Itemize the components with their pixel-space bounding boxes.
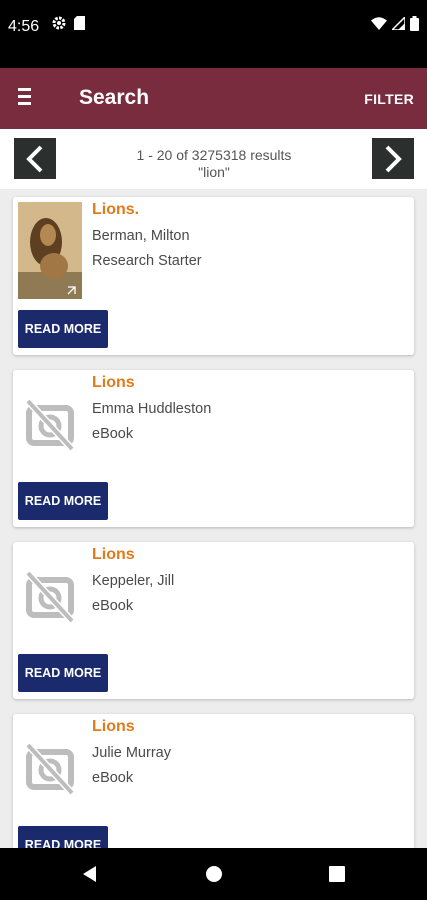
result-title[interactable]: Lions.	[92, 201, 139, 219]
result-card[interactable]: Lions Keppeler, Jill eBook READ MORE	[13, 542, 414, 699]
result-author: Berman, Milton	[92, 228, 190, 244]
menu-icon[interactable]	[18, 88, 40, 110]
read-more-button[interactable]: READ MORE	[18, 654, 108, 692]
no-image-placeholder	[18, 719, 82, 816]
status-time: 4:56	[8, 18, 40, 35]
next-page-button[interactable]	[372, 138, 414, 179]
result-author: Keppeler, Jill	[92, 573, 175, 589]
system-nav-bar	[0, 848, 427, 900]
wifi-icon	[371, 17, 387, 35]
result-title[interactable]: Lions	[92, 546, 135, 564]
results-bar: 1 - 20 of 3275318 results "lion"	[0, 129, 427, 189]
page-title: Search	[79, 86, 150, 109]
lion-image	[18, 202, 82, 299]
sd-card-icon	[74, 16, 85, 35]
result-type: eBook	[92, 426, 134, 442]
result-author: Julie Murray	[92, 745, 171, 761]
recents-icon[interactable]	[328, 865, 346, 883]
battery-icon	[410, 16, 419, 36]
read-more-button[interactable]: READ MORE	[18, 310, 108, 348]
lion-thumbnail[interactable]	[18, 202, 82, 299]
settings-icon	[52, 16, 66, 35]
no-image-icon	[25, 742, 75, 796]
no-image-icon	[25, 398, 75, 452]
filter-button[interactable]: FILTER	[364, 91, 414, 107]
read-more-button[interactable]: READ MORE	[18, 482, 108, 520]
result-type: eBook	[92, 598, 134, 614]
no-image-placeholder	[18, 375, 82, 472]
results-query: "lion"	[198, 164, 230, 180]
app-bar: Search FILTER	[0, 68, 427, 129]
home-icon[interactable]	[205, 865, 223, 883]
result-title[interactable]: Lions	[92, 718, 135, 736]
back-icon[interactable]	[81, 865, 99, 883]
result-author: Emma Huddleston	[92, 401, 212, 417]
results-range: 1 - 20 of 3275318 results	[136, 147, 292, 163]
result-type: Research Starter	[92, 253, 202, 269]
result-type: eBook	[92, 770, 134, 786]
no-image-icon	[25, 570, 75, 624]
result-title[interactable]: Lions	[92, 374, 135, 392]
previous-page-button[interactable]	[14, 138, 56, 179]
result-card[interactable]: Lions. Berman, Milton Research Starter R…	[13, 197, 414, 355]
signal-icon	[390, 15, 406, 35]
status-bar: 4:56	[0, 0, 427, 68]
chevron-left-icon	[26, 145, 43, 172]
no-image-placeholder	[18, 547, 82, 644]
result-card[interactable]: Lions Emma Huddleston eBook READ MORE	[13, 370, 414, 527]
chevron-right-icon	[385, 145, 402, 172]
results-summary: 1 - 20 of 3275318 results "lion"	[60, 147, 368, 181]
